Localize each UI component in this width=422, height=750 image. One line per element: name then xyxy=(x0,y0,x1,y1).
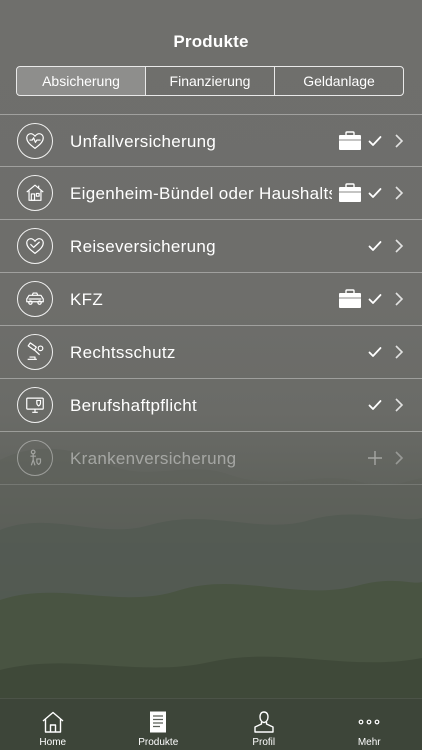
segment-label: Geldanlage xyxy=(303,73,375,89)
check-icon xyxy=(367,238,383,254)
car-icon xyxy=(17,281,53,317)
heart-shield-icon xyxy=(17,228,53,264)
home-icon xyxy=(42,711,64,733)
product-row-eigenheim[interactable]: Eigenheim-Bündel oder Haushalts- xyxy=(0,167,422,220)
plus-icon xyxy=(367,450,383,466)
chevron-right-icon xyxy=(394,238,404,254)
more-dots-icon xyxy=(358,719,380,725)
segment-label: Finanzierung xyxy=(169,73,251,89)
segment-label: Absicherung xyxy=(42,73,120,89)
product-label: Rechtsschutz xyxy=(70,343,176,362)
tab-bar: Home Produkte Profil Mehr xyxy=(0,698,422,750)
product-label: Reiseversicherung xyxy=(70,237,216,256)
page-title: Produkte xyxy=(173,32,249,51)
tab-label: Home xyxy=(39,737,67,748)
house-shield-icon xyxy=(17,175,53,211)
briefcase-icon xyxy=(338,131,362,151)
product-row-reiseversicherung[interactable]: Reiseversicherung xyxy=(0,220,422,273)
gavel-icon xyxy=(17,334,53,370)
tab-produkte[interactable]: Produkte xyxy=(106,699,212,750)
tab-label: Profil xyxy=(252,737,276,748)
briefcase-icon xyxy=(338,289,362,309)
document-icon xyxy=(150,711,167,733)
segment-absicherung[interactable]: Absicherung xyxy=(17,67,145,95)
product-label: Unfallversicherung xyxy=(70,132,217,151)
product-row-unfallversicherung[interactable]: Unfallversicherung xyxy=(0,114,422,167)
check-icon xyxy=(367,397,383,413)
segment-finanzierung[interactable]: Finanzierung xyxy=(145,67,274,95)
chevron-right-icon xyxy=(394,185,404,201)
chevron-right-icon xyxy=(394,397,404,413)
product-list: Unfallversicherung Eigenheim-Bündel oder… xyxy=(0,114,422,485)
tab-mehr[interactable]: Mehr xyxy=(317,699,422,750)
chevron-right-icon xyxy=(394,344,404,360)
chevron-right-icon xyxy=(394,133,404,149)
check-icon xyxy=(367,291,383,307)
product-row-berufshaftpflicht[interactable]: Berufshaftpflicht xyxy=(0,379,422,432)
person-shield-icon xyxy=(17,440,53,476)
check-icon xyxy=(367,344,383,360)
category-segmented-control: Absicherung Finanzierung Geldanlage xyxy=(16,66,404,96)
briefcase-icon xyxy=(338,183,362,203)
product-label: Berufshaftpflicht xyxy=(70,396,197,415)
tab-home[interactable]: Home xyxy=(0,699,106,750)
check-icon xyxy=(367,185,383,201)
product-label: Eigenheim-Bündel oder Haushalts- xyxy=(70,184,332,203)
check-icon xyxy=(367,133,383,149)
person-icon xyxy=(254,711,274,733)
chevron-right-icon xyxy=(394,291,404,307)
heart-shield-icon xyxy=(17,123,53,159)
tab-profil[interactable]: Profil xyxy=(211,699,317,750)
product-label: KFZ xyxy=(70,290,104,309)
product-row-kfz[interactable]: KFZ xyxy=(0,273,422,326)
segment-geldanlage[interactable]: Geldanlage xyxy=(274,67,403,95)
tab-label: Produkte xyxy=(138,737,179,748)
chevron-right-icon xyxy=(394,450,404,466)
product-label: Krankenversicherung xyxy=(70,449,237,468)
tab-label: Mehr xyxy=(357,737,381,748)
monitor-shield-icon xyxy=(17,387,53,423)
product-row-krankenversicherung[interactable]: Krankenversicherung xyxy=(0,432,422,485)
product-row-rechtsschutz[interactable]: Rechtsschutz xyxy=(0,326,422,379)
